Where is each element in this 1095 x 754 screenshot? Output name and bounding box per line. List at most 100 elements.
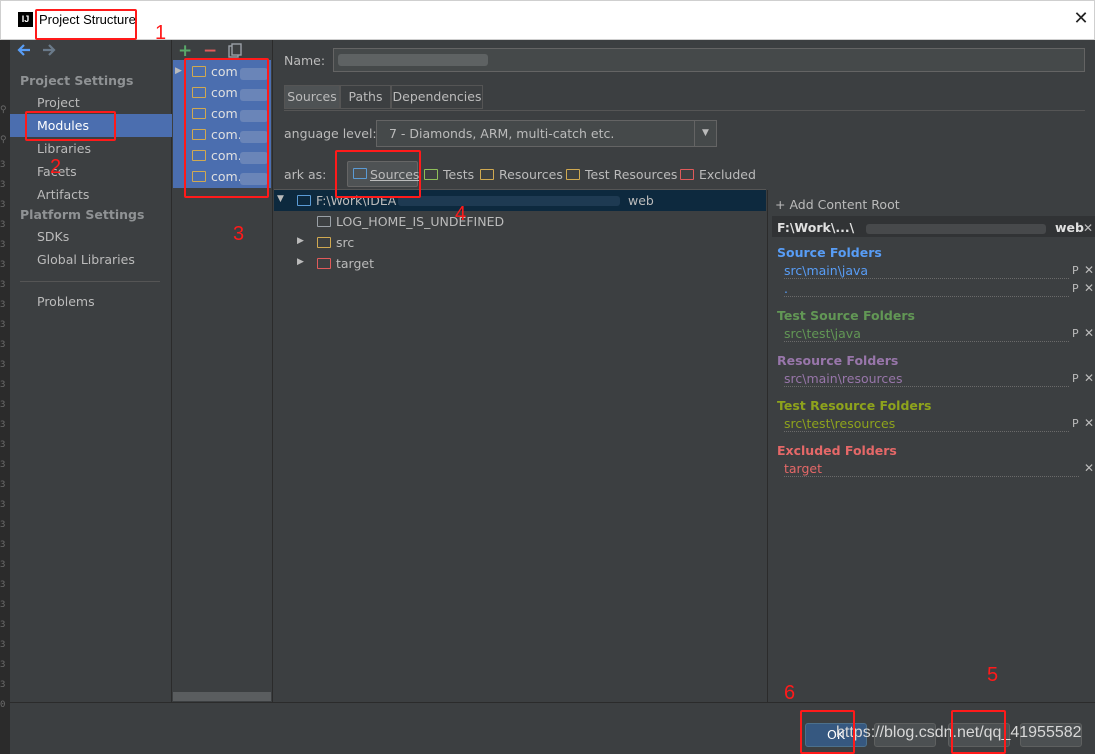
gutter-search-icon-2: ⚲	[0, 135, 7, 145]
tree-item-src[interactable]: src	[317, 235, 354, 250]
add-content-root-button[interactable]: + Add Content Root	[775, 197, 900, 212]
language-level-value: 7 - Diamonds, ARM, multi-catch etc.	[389, 126, 615, 141]
gutter-line-number: 3	[0, 380, 6, 390]
gutter-line-number: 0	[0, 700, 6, 710]
nav-item-sdks[interactable]: SDKs	[37, 229, 69, 244]
source-folder-path: src\main\java	[784, 263, 1069, 279]
name-label: Name:	[284, 53, 326, 68]
annotation-box-ok	[800, 710, 855, 754]
forward-arrow-icon[interactable]	[42, 43, 56, 61]
gutter-line-number: 3	[0, 540, 6, 550]
tab-divider	[284, 110, 1085, 111]
language-level-dropdown[interactable]: 7 - Diamonds, ARM, multi-catch etc. ▼	[376, 120, 717, 147]
test-resource-folders-heading: Test Resource Folders	[777, 398, 932, 413]
tree-root-suffix: web	[628, 193, 654, 208]
test-resource-folder-path: src\test\resources	[784, 416, 1069, 432]
resource-folder-path: src\main\resources	[784, 371, 1069, 387]
gutter-line-number: 3	[0, 420, 6, 430]
content-root-suffix: web	[1055, 220, 1084, 235]
remove-folder-icon[interactable]: ✕	[1084, 461, 1094, 475]
module-name-field[interactable]	[333, 48, 1085, 72]
remove-folder-icon[interactable]: ✕	[1084, 371, 1094, 385]
excluded-folder-icon	[680, 169, 694, 180]
gutter-line-number: 3	[0, 520, 6, 530]
annotation-box-modules	[25, 111, 116, 141]
nav-item-problems[interactable]: Problems	[37, 294, 95, 309]
folder-icon	[317, 258, 331, 269]
close-icon[interactable]: ✕	[1072, 9, 1090, 29]
remove-folder-icon[interactable]: ✕	[1084, 326, 1094, 340]
content-root-path: F:\Work\...\	[777, 220, 855, 235]
tab-dependencies[interactable]: Dependencies	[391, 85, 483, 109]
chevron-down-icon[interactable]: ▼	[694, 121, 716, 146]
gutter-line-number: 3	[0, 680, 6, 690]
gutter-line-number: 3	[0, 300, 6, 310]
gutter-line-number: 3	[0, 460, 6, 470]
gutter-line-number: 3	[0, 160, 6, 170]
nav-item-project[interactable]: Project	[37, 95, 80, 110]
excluded-folder-path: target	[784, 461, 1079, 477]
mark-tests-button[interactable]: Tests	[424, 167, 474, 182]
gutter-line-number: 3	[0, 600, 6, 610]
remove-root-icon[interactable]: ✕	[1083, 221, 1093, 235]
tab-paths[interactable]: Paths	[340, 85, 391, 109]
gutter-line-number: 3	[0, 320, 6, 330]
gutter-line-number: 3	[0, 480, 6, 490]
gutter-line-number: 3	[0, 240, 6, 250]
annotation-number: 4	[455, 203, 467, 225]
resources-folder-icon	[480, 169, 494, 180]
mark-as-label: ark as:	[284, 167, 327, 182]
gutter-line-number: 3	[0, 500, 6, 510]
expand-arrow-icon[interactable]: ▶	[297, 257, 304, 267]
mark-test-resources-button[interactable]: Test Resources	[566, 167, 677, 182]
test-source-folders-heading: Test Source Folders	[777, 308, 915, 323]
gutter-line-number: 3	[0, 400, 6, 410]
annotation-box-sources	[335, 150, 421, 198]
annotation-number: 2	[50, 156, 62, 178]
remove-folder-icon[interactable]: ✕	[1084, 281, 1094, 295]
gutter-line-number: 3	[0, 560, 6, 570]
project-settings-heading: Project Settings	[20, 73, 134, 88]
mark-resources-button[interactable]: Resources	[480, 167, 563, 182]
gutter-line-number: 3	[0, 640, 6, 650]
properties-icon[interactable]: P	[1072, 372, 1079, 385]
test-source-folder-path: src\test\java	[784, 326, 1069, 342]
gutter-line-number: 3	[0, 180, 6, 190]
tab-sources[interactable]: Sources	[284, 85, 340, 109]
nav-divider	[20, 281, 160, 282]
gutter-line-number: 3	[0, 580, 6, 590]
tree-item-log-home[interactable]: LOG_HOME_IS_UNDEFINED	[317, 214, 504, 229]
resource-folders-heading: Resource Folders	[777, 353, 899, 368]
nav-item-libraries[interactable]: Libraries	[37, 141, 91, 156]
gutter-line-number: 3	[0, 360, 6, 370]
intellij-app-icon: IJ	[18, 12, 33, 27]
mark-excluded-button[interactable]: Excluded	[680, 167, 756, 182]
properties-icon[interactable]: P	[1072, 327, 1079, 340]
tree-item-target[interactable]: target	[317, 256, 374, 271]
annotation-number: 1	[155, 22, 167, 44]
gutter-search-icon: ⚲	[0, 105, 7, 115]
expand-arrow-icon[interactable]: ▶	[297, 236, 304, 246]
excluded-folders-heading: Excluded Folders	[777, 443, 897, 458]
gutter-line-number: 3	[0, 620, 6, 630]
properties-icon[interactable]: P	[1072, 282, 1079, 295]
folder-icon	[317, 216, 331, 227]
language-level-label: anguage level:	[284, 126, 377, 141]
properties-icon[interactable]: P	[1072, 417, 1079, 430]
properties-icon[interactable]: P	[1072, 264, 1079, 277]
nav-item-global-libraries[interactable]: Global Libraries	[37, 252, 135, 267]
tests-folder-icon	[424, 169, 438, 180]
gutter-line-number: 3	[0, 200, 6, 210]
remove-folder-icon[interactable]: ✕	[1084, 416, 1094, 430]
remove-folder-icon[interactable]: ✕	[1084, 263, 1094, 277]
gutter-line-number: 3	[0, 340, 6, 350]
nav-item-artifacts[interactable]: Artifacts	[37, 187, 89, 202]
annotation-number: 6	[784, 682, 796, 704]
back-arrow-icon[interactable]	[17, 43, 31, 61]
annotation-number: 3	[233, 223, 245, 245]
source-folders-heading: Source Folders	[777, 245, 882, 260]
collapse-arrow-icon[interactable]: ▼	[277, 194, 284, 204]
redacted-root-path	[398, 196, 620, 206]
module-list-scrollbar[interactable]	[173, 692, 271, 701]
expand-arrow-icon[interactable]: ▶	[175, 66, 182, 76]
